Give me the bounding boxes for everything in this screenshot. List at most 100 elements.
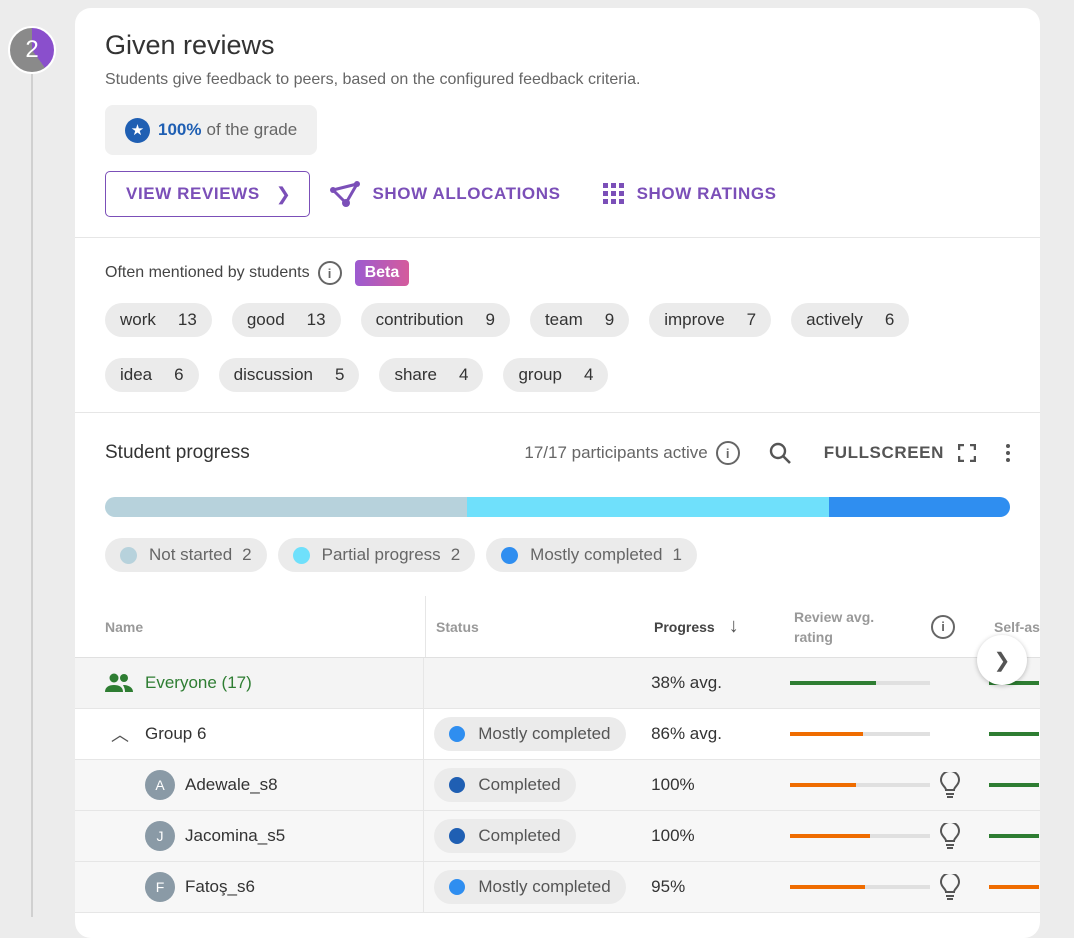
view-reviews-label: VIEW REVIEWS <box>126 184 260 203</box>
legend-count: 1 <box>672 545 682 564</box>
progress-bar-segment <box>105 497 467 517</box>
avatar: F <box>145 872 175 902</box>
show-ratings-label: SHOW RATINGS <box>636 184 777 203</box>
progress-legend: Not started 2 Partial progress 2 Mostly co… <box>105 538 1010 572</box>
review-rating-fill <box>790 783 857 787</box>
review-header-label: Review avg. rating <box>794 608 875 645</box>
view-reviews-button[interactable]: VIEW REVIEWS ❯ <box>105 171 311 217</box>
legend-label: Not started <box>149 545 233 564</box>
keyword-tag[interactable]: improve 7 <box>649 303 772 337</box>
name-cell: A Adewale_s8 <box>75 760 423 810</box>
group-name: Group 6 <box>145 724 207 743</box>
review-rating-bar <box>790 885 931 889</box>
keyword-word: share <box>394 365 437 384</box>
avatar: A <box>145 770 175 800</box>
keyword-count: 7 <box>746 310 757 329</box>
keyword-word: improve <box>664 310 725 329</box>
step-indicator: 2 <box>8 26 56 74</box>
table-row-student[interactable]: A Adewale_s8 Completed 100% <box>75 760 1040 811</box>
lightbulb-icon[interactable] <box>940 874 961 900</box>
page-title: Given reviews <box>105 30 275 60</box>
show-allocations-button[interactable]: SHOW ALLOCATIONS <box>330 181 560 207</box>
review-cell <box>781 811 980 861</box>
keyword-count: 13 <box>177 310 197 329</box>
student-name: Adewale_s8 <box>185 775 278 794</box>
often-mentioned-heading: Often mentioned by students i Beta <box>105 260 1010 286</box>
keyword-tag[interactable]: good 13 <box>231 303 341 337</box>
info-icon[interactable]: i <box>317 261 342 285</box>
status-dot <box>501 546 519 564</box>
self-cell <box>980 709 1040 759</box>
search-icon[interactable] <box>768 441 792 465</box>
keyword-count: 9 <box>485 310 495 329</box>
legend-label: Mostly completed <box>530 545 663 564</box>
column-header-name[interactable]: Name <box>75 596 425 657</box>
review-cell <box>781 658 980 708</box>
keyword-word: team <box>544 310 583 329</box>
table-row-group[interactable]: ︿ Group 6 Mostly completed 86% avg. <box>75 709 1040 760</box>
chevron-right-icon: ❯ <box>275 183 292 204</box>
progress-cell: 100% <box>651 775 695 794</box>
name-cell: J Jacomina_s5 <box>75 811 423 861</box>
fullscreen-button[interactable]: FULLSCREEN <box>824 443 944 463</box>
often-mentioned-label: Often mentioned by students <box>105 264 310 281</box>
status-label: Mostly completed <box>478 724 611 743</box>
sort-arrow-down-icon: ↓ <box>728 615 739 637</box>
table-row-everyone[interactable]: Everyone (17) 38% avg. <box>75 658 1040 709</box>
column-header-review[interactable]: Review avg. rating i <box>785 596 985 657</box>
self-rating-bar <box>989 885 1040 889</box>
page-subtitle: Students give feedback to peers, based o… <box>105 71 641 88</box>
timeline-line <box>31 60 33 917</box>
grade-weight-chip: ★ 100% of the grade <box>105 105 318 155</box>
keyword-count: 5 <box>334 365 345 384</box>
legend-not-started[interactable]: Not started 2 <box>105 538 267 572</box>
keyword-tag[interactable]: work 13 <box>105 303 212 337</box>
info-icon[interactable]: i <box>931 614 955 639</box>
review-cell <box>781 709 980 759</box>
progress-cell: 86% avg. <box>651 724 722 743</box>
keyword-word: actively <box>806 310 863 329</box>
column-header-status[interactable]: Status <box>425 596 645 657</box>
review-rating-bar <box>790 834 931 838</box>
show-ratings-button[interactable]: SHOW RATINGS <box>602 183 777 205</box>
status-dot <box>120 546 137 564</box>
keyword-tag[interactable]: team 9 <box>529 303 630 337</box>
keyword-count: 6 <box>884 310 895 329</box>
keyword-tag[interactable]: share 4 <box>379 358 484 392</box>
legend-count: 2 <box>242 545 252 564</box>
keyword-tag[interactable]: discussion 5 <box>218 358 360 392</box>
status-dot <box>449 828 466 844</box>
name-cell: Everyone (17) <box>75 658 423 708</box>
card-header: Given reviews Students give feedback to … <box>75 8 1040 217</box>
info-icon[interactable]: i <box>715 441 740 465</box>
group-icon <box>105 673 133 692</box>
more-options-icon[interactable] <box>1006 444 1010 462</box>
self-cell <box>980 811 1040 861</box>
keyword-tag[interactable]: group 4 <box>503 358 609 392</box>
review-cell <box>781 862 980 912</box>
keyword-tag[interactable]: idea 6 <box>105 358 199 392</box>
legend-mostly-completed[interactable]: Mostly completed 1 <box>486 538 697 572</box>
chevron-up-icon[interactable]: ︿ <box>105 721 135 747</box>
keyword-word: discussion <box>233 365 313 384</box>
legend-partial-progress[interactable]: Partial progress 2 <box>277 538 476 572</box>
keyword-word: idea <box>120 365 153 384</box>
status-cell: Mostly completed <box>423 862 642 912</box>
table-row-student[interactable]: J Jacomina_s5 Completed 100% <box>75 811 1040 862</box>
status-cell: Mostly completed <box>423 709 642 759</box>
fullscreen-icon[interactable] <box>958 444 976 462</box>
keyword-count: 4 <box>583 365 594 384</box>
grade-percent: 100% <box>158 120 202 139</box>
self-cell <box>980 862 1040 912</box>
keyword-tag[interactable]: contribution 9 <box>360 303 510 337</box>
progress-header-label: Progress <box>654 618 715 635</box>
column-header-progress[interactable]: Progress ↓ <box>645 596 785 657</box>
lightbulb-icon[interactable] <box>940 823 961 849</box>
table-row-student[interactable]: F Fatoş_s6 Mostly completed 95% <box>75 862 1040 913</box>
status-dot <box>449 879 466 895</box>
scroll-right-button[interactable]: ❯ <box>977 635 1027 685</box>
progress-bar-segment <box>829 497 1010 517</box>
lightbulb-icon[interactable] <box>940 772 961 798</box>
keyword-tag[interactable]: actively 6 <box>791 303 910 337</box>
keyword-word: contribution <box>375 310 464 329</box>
